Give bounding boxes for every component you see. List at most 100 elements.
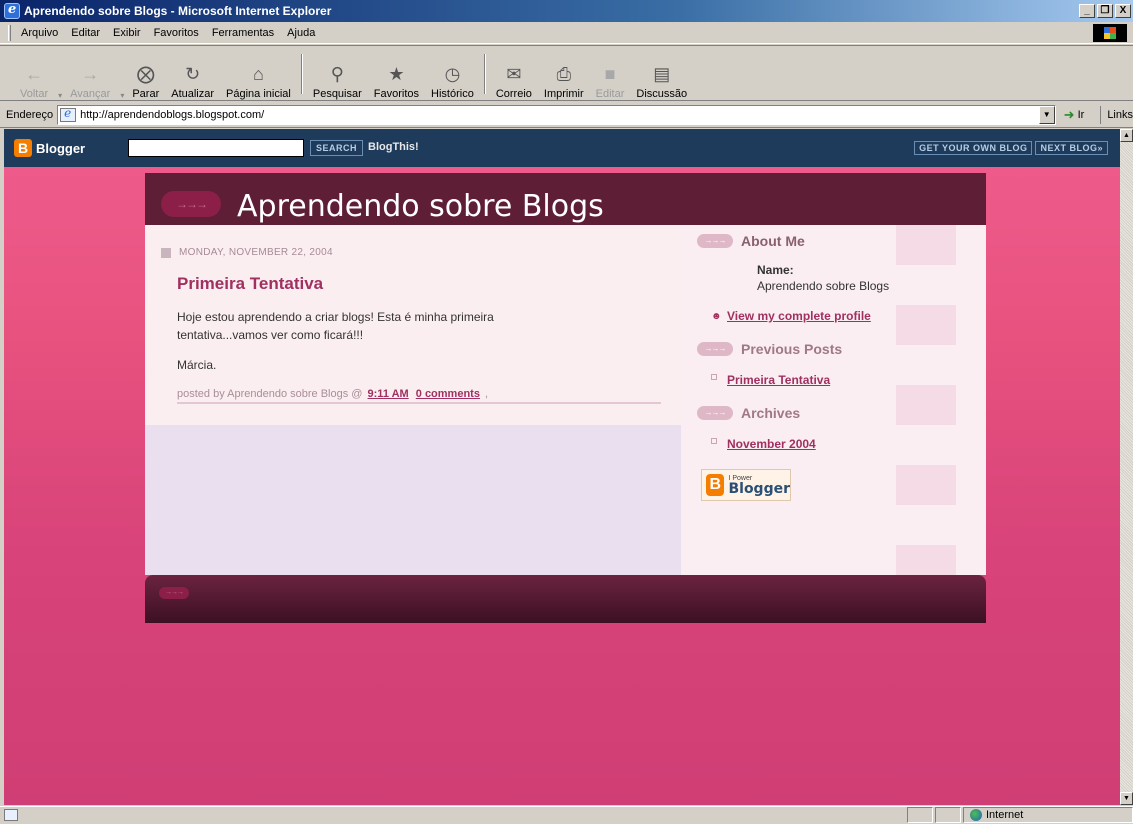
post-comments-link[interactable]: 0 comments: [416, 388, 480, 400]
back-arrow-icon: ←: [25, 63, 44, 84]
menu-bar: Arquivo Editar Exibir Favoritos Ferramen…: [0, 22, 1133, 44]
history-button[interactable]: ◷ Histórico: [425, 48, 480, 101]
address-bar: Endereço http://aprendendoblogs.blogspot…: [0, 102, 1133, 128]
arrow-tag-icon: →→→: [159, 587, 189, 599]
powered-by-blogger-badge[interactable]: B I Power Blogger: [701, 469, 791, 501]
favorites-button[interactable]: ★ Favoritos: [368, 48, 425, 101]
edit-button[interactable]: ■ Editar: [590, 48, 631, 101]
blogger-search-button[interactable]: SEARCH: [310, 140, 364, 156]
view-profile-link[interactable]: View my complete profile: [727, 309, 871, 323]
print-button[interactable]: ⎙ Imprimir: [538, 48, 590, 101]
security-zone: Internet: [963, 807, 1133, 823]
windows-logo-icon: [1093, 24, 1127, 42]
stop-button[interactable]: ⨂ Parar: [126, 48, 165, 101]
discuss-label: Discussão: [636, 88, 688, 100]
previous-posts-heading-text: Previous Posts: [741, 341, 843, 357]
arrow-tag-icon: →→→: [697, 342, 733, 356]
next-blog-button[interactable]: NEXT BLOG»: [1035, 141, 1108, 155]
post-signature: Márcia.: [177, 358, 217, 372]
status-page-icon: [4, 809, 18, 821]
discuss-button[interactable]: ▤ Discussão: [630, 48, 693, 101]
profile-person-icon: ☻: [711, 310, 722, 322]
post-date-text: MONDAY, NOVEMBER 22, 2004: [179, 247, 333, 258]
archive-link[interactable]: November 2004: [727, 437, 816, 451]
powered-big-text: Blogger: [728, 480, 790, 497]
forward-dropdown[interactable]: ▾: [116, 48, 126, 100]
stop-icon: ⨂: [136, 63, 155, 84]
address-dropdown-icon[interactable]: ▼: [1038, 105, 1055, 124]
blogger-b-icon: B: [14, 139, 32, 157]
profile-name: Name: Aprendendo sobre Blogs: [757, 263, 986, 293]
status-cell: [907, 807, 933, 823]
post-date: MONDAY, NOVEMBER 22, 2004: [161, 247, 681, 258]
blog-title[interactable]: Aprendendo sobre Blogs: [237, 189, 604, 224]
address-input[interactable]: http://aprendendoblogs.blogspot.com/ ▼: [57, 104, 1056, 125]
previous-posts-heading: →→→ Previous Posts: [697, 341, 986, 357]
forward-label: Avançar: [70, 88, 111, 100]
status-cell: [935, 807, 961, 823]
address-label: Endereço: [6, 108, 54, 121]
back-label: Voltar: [20, 88, 49, 100]
blogthis-link[interactable]: BlogThis!: [368, 141, 419, 153]
page-icon: [60, 106, 77, 122]
post-footer: posted by Aprendendo sobre Blogs @ 9:11 …: [177, 388, 661, 404]
history-icon: ◷: [444, 63, 461, 84]
post-footer-trailing: ,: [485, 388, 489, 400]
search-label: Pesquisar: [312, 88, 362, 100]
main-column: MONDAY, NOVEMBER 22, 2004 Primeira Tenta…: [145, 225, 681, 575]
refresh-button[interactable]: ↻ Atualizar: [165, 48, 220, 101]
get-own-blog-button[interactable]: GET YOUR OWN BLOG: [914, 141, 1033, 155]
blog-body: MONDAY, NOVEMBER 22, 2004 Primeira Tenta…: [145, 225, 986, 575]
go-button[interactable]: ➜ Ir: [1064, 107, 1085, 123]
go-label: Ir: [1077, 108, 1085, 121]
previous-post-item: Primeira Tentativa: [711, 373, 986, 387]
toolbar-separator: [300, 54, 303, 94]
about-me-heading: →→→ About Me: [697, 233, 986, 249]
toolbar: ← Voltar ▾ → Avançar ▾ ⨂ Parar ↻ Atualiz…: [0, 45, 1133, 101]
window-title: Aprendendo sobre Blogs - Microsoft Inter…: [24, 4, 332, 18]
mail-label: Correio: [495, 88, 532, 100]
title-bar: Aprendendo sobre Blogs - Microsoft Inter…: [0, 0, 1133, 22]
arrow-tag-icon: →→→: [161, 191, 221, 217]
blogger-navbar: B Blogger SEARCH BlogThis! GET YOUR OWN …: [4, 129, 1120, 167]
list-bullet-icon: [711, 438, 717, 444]
blog-footer: →→→: [145, 575, 986, 623]
menu-favoritos[interactable]: Favoritos: [154, 27, 199, 39]
back-dropdown[interactable]: ▾: [54, 48, 64, 100]
minimize-button[interactable]: _: [1079, 4, 1095, 18]
archives-heading: →→→ Archives: [697, 405, 986, 421]
home-button[interactable]: ⌂ Página inicial: [220, 48, 297, 101]
mail-button[interactable]: ✉ Correio: [490, 48, 538, 101]
close-button[interactable]: X: [1115, 4, 1131, 18]
arrow-tag-icon: →→→: [697, 406, 733, 420]
archives-heading-text: Archives: [741, 405, 801, 421]
menu-ajuda[interactable]: Ajuda: [287, 27, 315, 39]
maximize-button[interactable]: ❐: [1097, 4, 1113, 18]
mail-icon: ✉: [506, 63, 522, 84]
scroll-down-icon[interactable]: ▼: [1120, 792, 1133, 805]
refresh-icon: ↻: [185, 63, 201, 84]
back-button[interactable]: ← Voltar: [14, 48, 54, 101]
search-icon: ⚲: [330, 63, 344, 84]
vertical-scrollbar[interactable]: ▲ ▼: [1120, 129, 1133, 805]
search-button[interactable]: ⚲ Pesquisar: [307, 48, 368, 101]
refresh-label: Atualizar: [171, 88, 215, 100]
print-icon: ⎙: [556, 63, 571, 84]
post-permalink[interactable]: 9:11 AM: [368, 388, 409, 400]
menu-editar[interactable]: Editar: [71, 27, 100, 39]
previous-post-link[interactable]: Primeira Tentativa: [727, 373, 830, 387]
menu-arquivo[interactable]: Arquivo: [21, 27, 58, 39]
menu-ferramentas[interactable]: Ferramentas: [212, 27, 274, 39]
scroll-up-icon[interactable]: ▲: [1120, 129, 1133, 142]
arrow-tag-icon: →→→: [697, 234, 733, 248]
links-button[interactable]: Links: [1100, 105, 1133, 124]
ie-icon: [4, 2, 20, 19]
forward-button[interactable]: → Avançar: [64, 48, 116, 101]
menu-exibir[interactable]: Exibir: [113, 27, 141, 39]
blogger-search-input[interactable]: [128, 139, 304, 157]
profile-name-label: Name:: [757, 263, 794, 277]
blogger-logo[interactable]: B Blogger: [14, 139, 85, 157]
browser-window: Aprendendo sobre Blogs - Microsoft Inter…: [0, 0, 1133, 823]
toolbar-separator: [483, 54, 486, 94]
blog-page: →→→ Aprendendo sobre Blogs MONDAY, NOVEM…: [145, 173, 986, 623]
